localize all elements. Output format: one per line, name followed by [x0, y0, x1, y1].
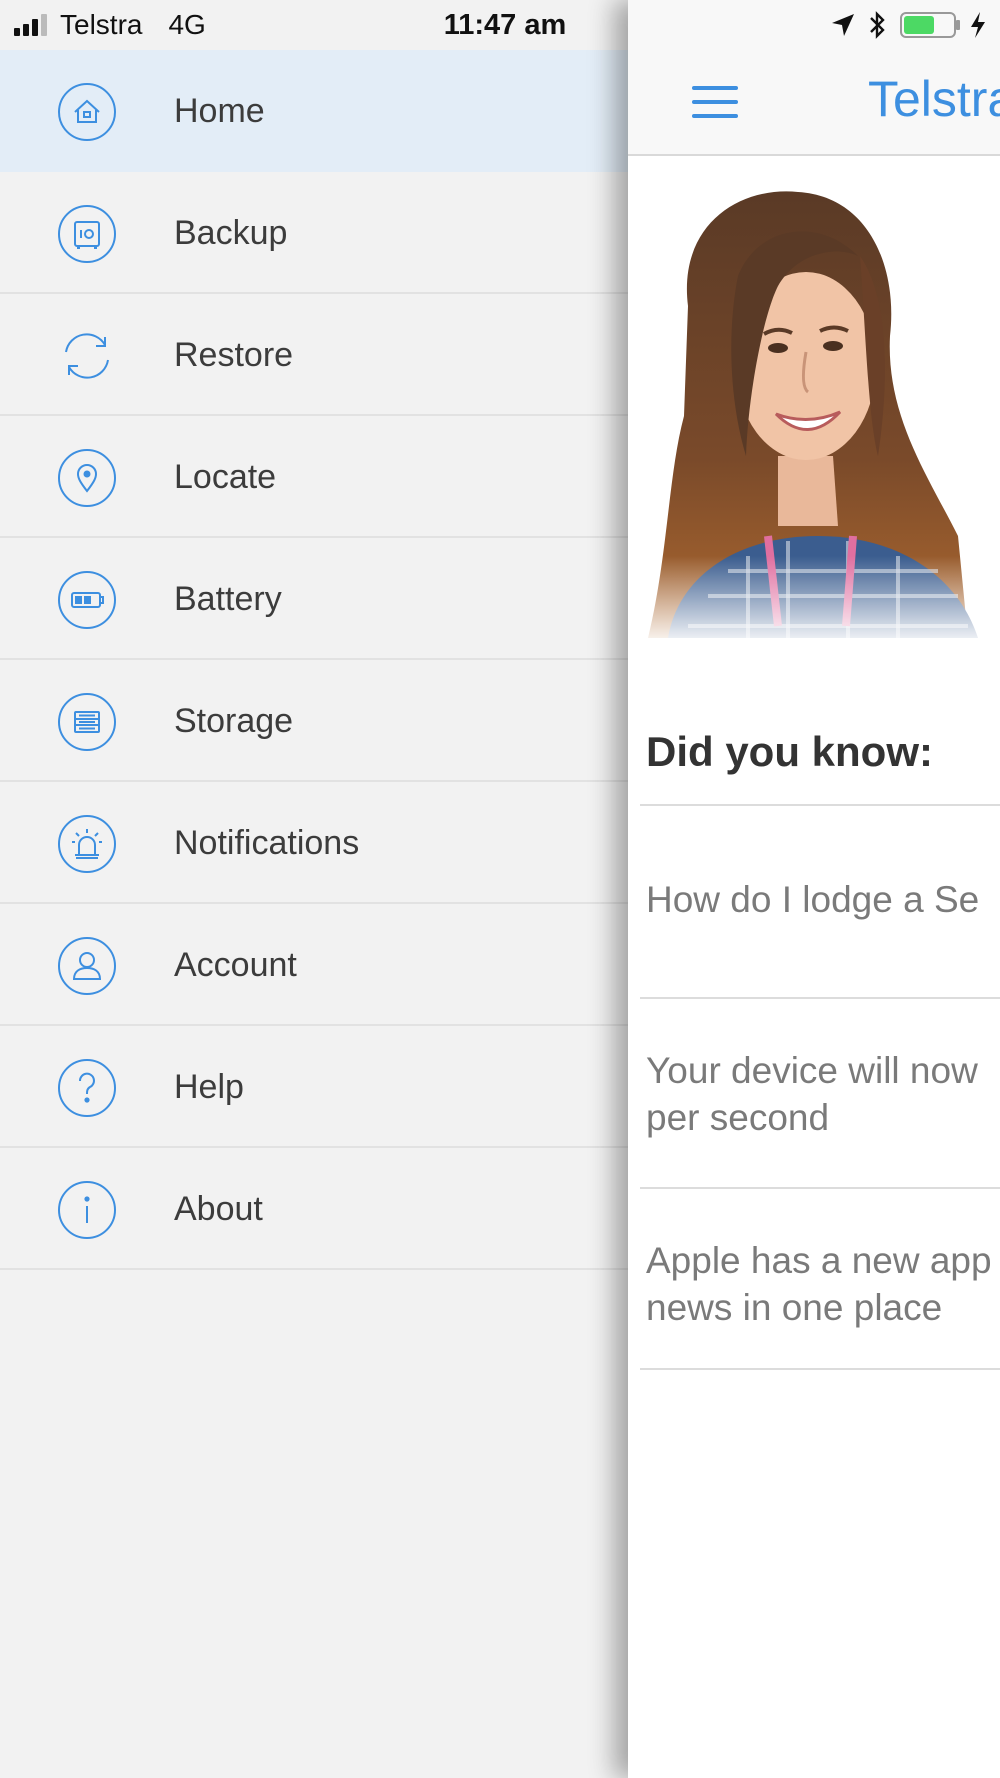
menu-label: Backup [174, 214, 288, 252]
location-arrow-icon [830, 12, 856, 38]
tip-item[interactable]: Your device will now per second [646, 1047, 978, 1141]
menu-list: Home Backup Restore Locate Battery Stora… [0, 50, 628, 1270]
charging-bolt-icon [970, 11, 986, 39]
menu-item-backup[interactable]: Backup [0, 172, 628, 294]
app-title: Telstra [868, 71, 1000, 127]
divider [640, 1368, 1000, 1370]
did-you-know-title: Did you know: [646, 728, 933, 775]
side-menu: Home Backup Restore Locate Battery Stora… [0, 0, 628, 1778]
hamburger-icon[interactable] [692, 86, 738, 120]
safe-icon [56, 203, 118, 265]
tip-line: Your device will now [646, 1050, 978, 1091]
menu-item-restore[interactable]: Restore [0, 294, 628, 416]
menu-label: Home [174, 92, 265, 130]
location-pin-icon [56, 447, 118, 509]
menu-item-storage[interactable]: Storage [0, 660, 628, 782]
menu-item-notifications[interactable]: Notifications [0, 782, 628, 904]
main-panel: Telstra [628, 0, 1000, 1778]
sync-icon [56, 325, 118, 387]
menu-label: Storage [174, 702, 294, 740]
question-icon [56, 1057, 118, 1119]
menu-label: About [174, 1190, 263, 1228]
alarm-icon [56, 813, 118, 875]
tip-line: news in one place [646, 1287, 943, 1328]
menu-item-help[interactable]: Help [0, 1026, 628, 1148]
menu-item-account[interactable]: Account [0, 904, 628, 1026]
tip-line: per second [646, 1097, 830, 1138]
menu-item-battery[interactable]: Battery [0, 538, 628, 660]
menu-label: Notifications [174, 824, 360, 862]
hero-image [628, 156, 1000, 638]
menu-label: Battery [174, 580, 282, 618]
tip-line: How do I lodge a Se [646, 879, 980, 920]
menu-item-locate[interactable]: Locate [0, 416, 628, 538]
status-bar: Telstra 4G 11:47 am [0, 0, 1000, 50]
user-icon [56, 935, 118, 997]
tip-item[interactable]: Apple has a new app news in one place [646, 1237, 992, 1331]
info-icon [56, 1179, 118, 1241]
menu-item-about[interactable]: About [0, 1148, 628, 1270]
menu-item-home[interactable]: Home [0, 50, 628, 172]
menu-label: Restore [174, 336, 294, 374]
storage-icon [56, 691, 118, 753]
home-icon [56, 81, 118, 143]
menu-label: Locate [174, 458, 277, 496]
divider [640, 804, 1000, 806]
bluetooth-icon [868, 10, 886, 40]
divider [640, 1187, 1000, 1189]
tip-item[interactable]: How do I lodge a Se [646, 876, 979, 923]
battery-icon [900, 11, 962, 39]
menu-label: Account [174, 946, 297, 984]
divider [640, 997, 1000, 999]
battery-level-icon [56, 569, 118, 631]
tip-line: Apple has a new app [646, 1240, 992, 1281]
menu-label: Help [174, 1068, 244, 1106]
